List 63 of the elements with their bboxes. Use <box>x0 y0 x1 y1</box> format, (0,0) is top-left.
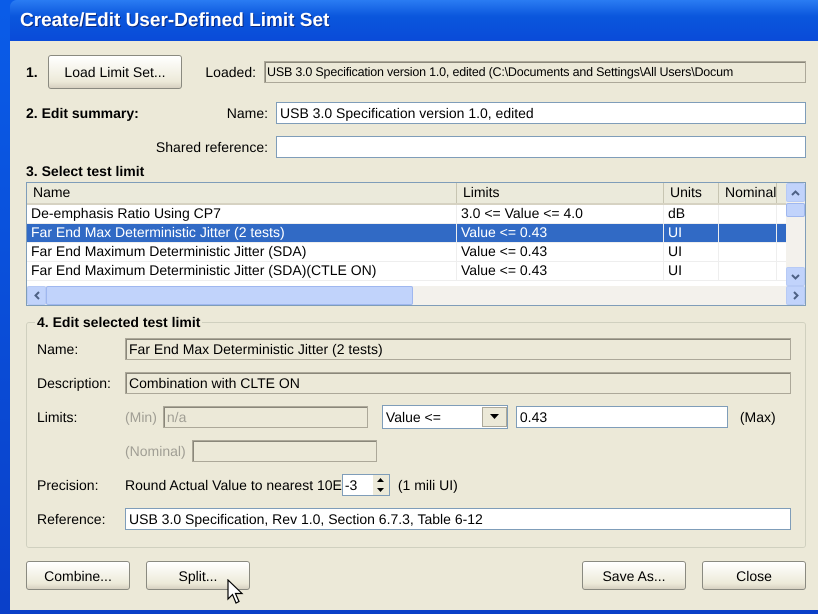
name-label: Name: <box>37 340 80 356</box>
scroll-down-icon[interactable] <box>786 267 805 286</box>
column-header[interactable]: Units <box>664 183 719 203</box>
spin-down-icon[interactable] <box>377 488 384 492</box>
table-cell: Far End Maximum Deterministic Jitter (SDA)(CTLE ON) <box>27 262 457 280</box>
table-cell: Value <= 0.43 <box>457 262 664 280</box>
precision-text: Round Actual Value to nearest 10E <box>125 476 342 492</box>
list-row[interactable]: Far End Maximum Deterministic Jitter (SDA)(CTLE ON) Value <= 0.43 UI <box>27 262 786 281</box>
table-cell: 3.0 <= Value <= 4.0 <box>457 205 664 223</box>
column-header[interactable]: Nominal <box>719 183 777 203</box>
table-cell: Value <= 0.43 <box>457 243 664 261</box>
description-field: Combination with CLTE ON <box>125 372 791 394</box>
group-heading: 4. Edit selected test limit <box>35 314 202 330</box>
mouse-pointer-icon <box>227 579 245 605</box>
table-cell: UI <box>664 262 719 280</box>
table-cell: Far End Maximum Deterministic Jitter (SDA) <box>27 243 457 261</box>
description-label: Description: <box>37 374 112 390</box>
scroll-thumb[interactable] <box>786 203 805 217</box>
list-row[interactable]: Far End Max Deterministic Jitter (2 tests) Value <= 0.43 UI <box>27 224 786 243</box>
load-button[interactable]: Load Limit Set... <box>48 55 182 89</box>
table-cell: dB <box>664 205 719 223</box>
dialog-button[interactable]: Save As... <box>582 561 686 590</box>
table-cell: Value <= 0.43 <box>457 224 664 242</box>
scroll-left-icon[interactable] <box>27 286 46 305</box>
horizontal-scrollbar[interactable] <box>27 286 805 305</box>
dialog-button[interactable]: Combine... <box>26 561 130 590</box>
max-field[interactable]: 0.43 <box>516 406 728 428</box>
vertical-scrollbar[interactable] <box>786 183 805 286</box>
section-heading: 2. Edit summary: <box>26 105 140 121</box>
table-cell: UI <box>664 243 719 261</box>
table-cell: UI <box>664 224 719 242</box>
test-name-field: Far End Max Deterministic Jitter (2 tests) <box>125 338 791 360</box>
operator-dropdown[interactable]: Value <= <box>382 404 508 428</box>
table-cell: De-emphasis Ratio Using CP7 <box>27 205 457 223</box>
window-title: Create/Edit User-Defined Limit Set <box>20 10 330 32</box>
spin-up-icon[interactable] <box>377 478 384 482</box>
precision-spinner[interactable]: -3 <box>342 474 390 496</box>
name-label: Name: <box>226 105 269 121</box>
list-row[interactable]: Far End Maximum Deterministic Jitter (SDA) Value <= 0.43 UI <box>27 243 786 262</box>
shared-reference-label: Shared reference: <box>154 139 269 155</box>
scroll-right-icon[interactable] <box>786 286 805 305</box>
nominal-field[interactable] <box>192 440 377 462</box>
column-header[interactable]: Name <box>27 183 457 203</box>
reference-label: Reference: <box>37 510 106 526</box>
max-label: (Max) <box>740 408 776 424</box>
dialog-button[interactable]: Split... <box>146 561 250 590</box>
loaded-field: USB 3.0 Specification version 1.0, edited (C:\Documents and Settings\All Users\Docum <box>264 61 806 83</box>
limits-label: Limits: <box>37 408 78 424</box>
reference-field[interactable]: USB 3.0 Specification, Rev 1.0, Section 6.7.3, Table 6-12 <box>125 508 791 530</box>
precision-note: (1 mili UI) <box>398 476 458 492</box>
dialog-button[interactable]: Close <box>702 561 806 590</box>
table-cell: Far End Max Deterministic Jitter (2 tests) <box>27 224 457 242</box>
scroll-up-icon[interactable] <box>786 183 805 202</box>
column-header[interactable]: Limits <box>457 183 664 203</box>
scroll-thumb[interactable] <box>46 286 413 305</box>
shared-reference-field[interactable] <box>276 136 806 158</box>
nominal-label: (Nominal) <box>125 442 186 458</box>
name-field[interactable]: USB 3.0 Specification version 1.0, edited <box>276 102 806 124</box>
section-heading: 3. Select test limit <box>26 163 146 179</box>
loaded-label: Loaded: <box>204 64 257 80</box>
precision-label: Precision: <box>37 476 100 492</box>
step-number: 1. <box>26 64 39 80</box>
min-label: (Min) <box>125 408 157 424</box>
